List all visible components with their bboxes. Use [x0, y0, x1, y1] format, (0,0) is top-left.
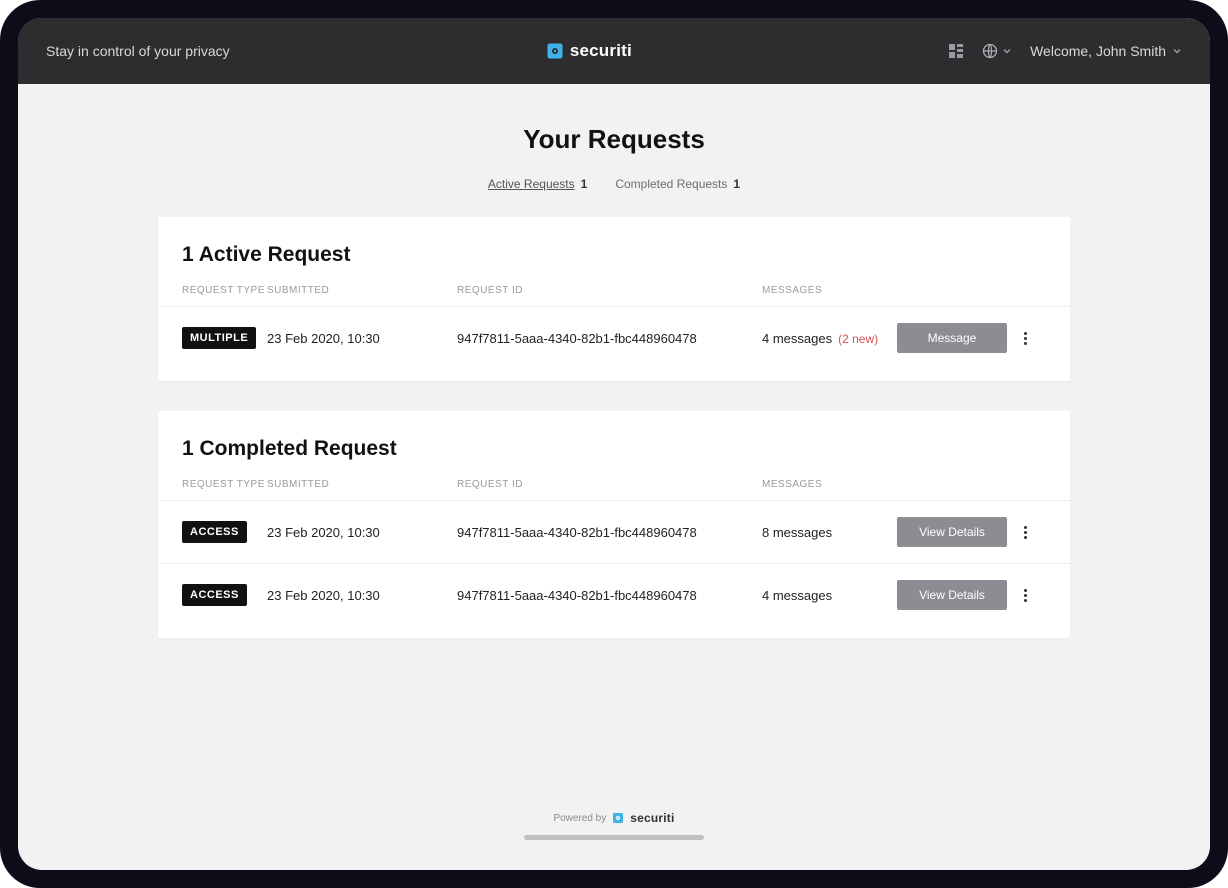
request-tabs: Active Requests 1 Completed Requests 1	[488, 177, 740, 191]
col-submitted: SUBMITTED	[267, 479, 457, 490]
col-request-id: REQUEST ID	[457, 479, 762, 490]
request-id-cell: 947f7811-5aaa-4340-82b1-fbc448960478	[457, 525, 762, 540]
request-type-badge: MULTIPLE	[182, 327, 256, 349]
tab-count: 1	[733, 177, 740, 191]
tab-completed-requests[interactable]: Completed Requests 1	[615, 177, 740, 191]
new-messages-badge: (2 new)	[838, 332, 878, 346]
tab-active-requests[interactable]: Active Requests 1	[488, 177, 587, 191]
message-button[interactable]: Message	[897, 323, 1007, 353]
request-id-cell: 947f7811-5aaa-4340-82b1-fbc448960478	[457, 331, 762, 346]
more-menu-icon[interactable]	[1015, 328, 1035, 348]
brand-logo: securiti	[230, 41, 948, 61]
home-indicator	[524, 835, 704, 840]
tab-count: 1	[581, 177, 588, 191]
language-selector[interactable]	[982, 43, 1012, 59]
tab-label: Active Requests	[488, 177, 575, 191]
messages-cell: 4 messages (2 new)	[762, 331, 897, 346]
completed-requests-card: 1 Completed Request REQUEST TYPE SUBMITT…	[158, 411, 1070, 638]
request-id-cell: 947f7811-5aaa-4340-82b1-fbc448960478	[457, 588, 762, 603]
tagline: Stay in control of your privacy	[46, 43, 230, 59]
view-details-button[interactable]: View Details	[897, 517, 1007, 547]
screen: Stay in control of your privacy securiti	[18, 18, 1210, 870]
table-header: REQUEST TYPE SUBMITTED REQUEST ID MESSAG…	[158, 285, 1070, 306]
topbar-right: Welcome, John Smith	[948, 43, 1182, 59]
apps-grid-icon[interactable]	[948, 43, 964, 59]
securiti-logo-icon	[612, 812, 624, 824]
submitted-cell: 23 Feb 2020, 10:30	[267, 588, 457, 603]
messages-count: 4 messages	[762, 588, 832, 603]
table-row: ACCESS 23 Feb 2020, 10:30 947f7811-5aaa-…	[158, 563, 1070, 626]
user-menu[interactable]: Welcome, John Smith	[1030, 43, 1182, 59]
table-row: MULTIPLE 23 Feb 2020, 10:30 947f7811-5aa…	[158, 306, 1070, 369]
messages-count: 8 messages	[762, 525, 832, 540]
col-submitted: SUBMITTED	[267, 285, 457, 296]
request-type-badge: ACCESS	[182, 584, 247, 606]
footer: Powered by securiti	[553, 793, 674, 831]
globe-icon	[982, 43, 998, 59]
powered-by-label: Powered by	[553, 813, 606, 824]
tab-label: Completed Requests	[615, 177, 727, 191]
footer-brand: securiti	[630, 811, 674, 825]
messages-cell: 4 messages	[762, 588, 897, 603]
active-requests-card: 1 Active Request REQUEST TYPE SUBMITTED …	[158, 217, 1070, 381]
topbar: Stay in control of your privacy securiti	[18, 18, 1210, 84]
chevron-down-icon	[1172, 46, 1182, 56]
submitted-cell: 23 Feb 2020, 10:30	[267, 525, 457, 540]
chevron-down-icon	[1002, 46, 1012, 56]
welcome-text: Welcome, John Smith	[1030, 43, 1166, 59]
table-header: REQUEST TYPE SUBMITTED REQUEST ID MESSAG…	[158, 479, 1070, 500]
col-request-type: REQUEST TYPE	[182, 479, 267, 490]
view-details-button[interactable]: View Details	[897, 580, 1007, 610]
col-request-type: REQUEST TYPE	[182, 285, 267, 296]
col-messages: MESSAGES	[762, 285, 897, 296]
brand-name: securiti	[570, 41, 632, 61]
more-menu-icon[interactable]	[1015, 585, 1035, 605]
table-row: ACCESS 23 Feb 2020, 10:30 947f7811-5aaa-…	[158, 500, 1070, 563]
messages-cell: 8 messages	[762, 525, 897, 540]
col-messages: MESSAGES	[762, 479, 897, 490]
col-request-id: REQUEST ID	[457, 285, 762, 296]
card-title: 1 Completed Request	[158, 411, 1070, 479]
page-title: Your Requests	[523, 124, 705, 155]
request-type-badge: ACCESS	[182, 521, 247, 543]
securiti-logo-icon	[546, 42, 564, 60]
messages-count: 4 messages	[762, 331, 832, 346]
device-frame: Stay in control of your privacy securiti	[0, 0, 1228, 888]
main-content: Your Requests Active Requests 1 Complete…	[18, 84, 1210, 870]
submitted-cell: 23 Feb 2020, 10:30	[267, 331, 457, 346]
more-menu-icon[interactable]	[1015, 522, 1035, 542]
card-title: 1 Active Request	[158, 217, 1070, 285]
